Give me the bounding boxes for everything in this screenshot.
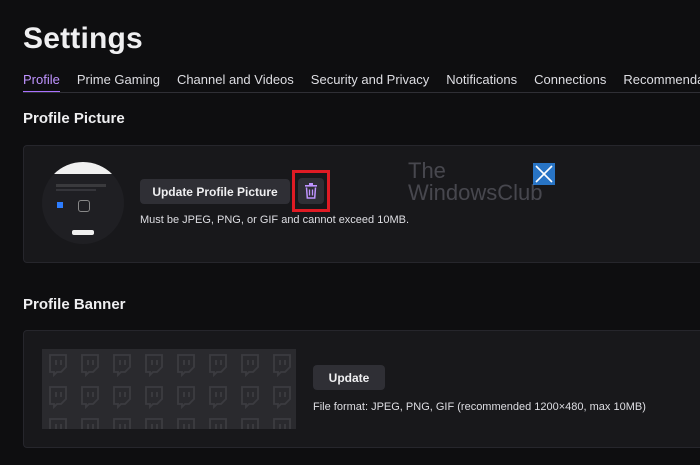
- update-banner-button[interactable]: Update: [313, 365, 385, 390]
- watermark-line1: The: [408, 158, 446, 183]
- tab-profile[interactable]: Profile: [23, 72, 60, 92]
- avatar-graphic-button: [72, 230, 94, 235]
- tab-channel-and-videos[interactable]: Channel and Videos: [177, 72, 294, 92]
- controller-icon: [78, 200, 90, 212]
- avatar-graphic-line: [56, 189, 96, 191]
- profile-banner-hint: File format: JPEG, PNG, GIF (recommended…: [313, 401, 646, 413]
- avatar-graphic-square: [57, 202, 63, 208]
- profile-picture-hint: Must be JPEG, PNG, or GIF and cannot exc…: [140, 214, 410, 226]
- tab-recommendations[interactable]: Recommendations: [623, 72, 700, 92]
- windows-logo-icon: [533, 163, 555, 185]
- profile-picture-card: Update Profile Picture Must be JPEG, PNG…: [23, 145, 700, 263]
- trash-icon: [305, 183, 317, 199]
- tab-notifications[interactable]: Notifications: [446, 72, 517, 92]
- tab-prime-gaming[interactable]: Prime Gaming: [77, 72, 160, 92]
- avatar-graphic: [54, 162, 112, 174]
- profile-picture-heading: Profile Picture: [23, 110, 125, 127]
- glitch-pattern: [42, 349, 296, 429]
- watermark: The WindowsClub: [408, 160, 543, 204]
- banner-image: [42, 349, 296, 429]
- watermark-line2: WindowsClub: [408, 180, 543, 205]
- page-title: Settings: [23, 22, 143, 55]
- tab-connections[interactable]: Connections: [534, 72, 606, 92]
- profile-banner-card: Update File format: JPEG, PNG, GIF (reco…: [23, 330, 700, 448]
- settings-tabs: Profile Prime Gaming Channel and Videos …: [23, 72, 700, 93]
- delete-highlight: [292, 170, 330, 212]
- avatar: [42, 162, 124, 244]
- profile-banner-heading: Profile Banner: [23, 296, 126, 313]
- update-profile-picture-button[interactable]: Update Profile Picture: [140, 179, 290, 204]
- tab-security-and-privacy[interactable]: Security and Privacy: [311, 72, 430, 92]
- delete-profile-picture-button[interactable]: [298, 178, 324, 204]
- avatar-graphic-line: [56, 184, 106, 187]
